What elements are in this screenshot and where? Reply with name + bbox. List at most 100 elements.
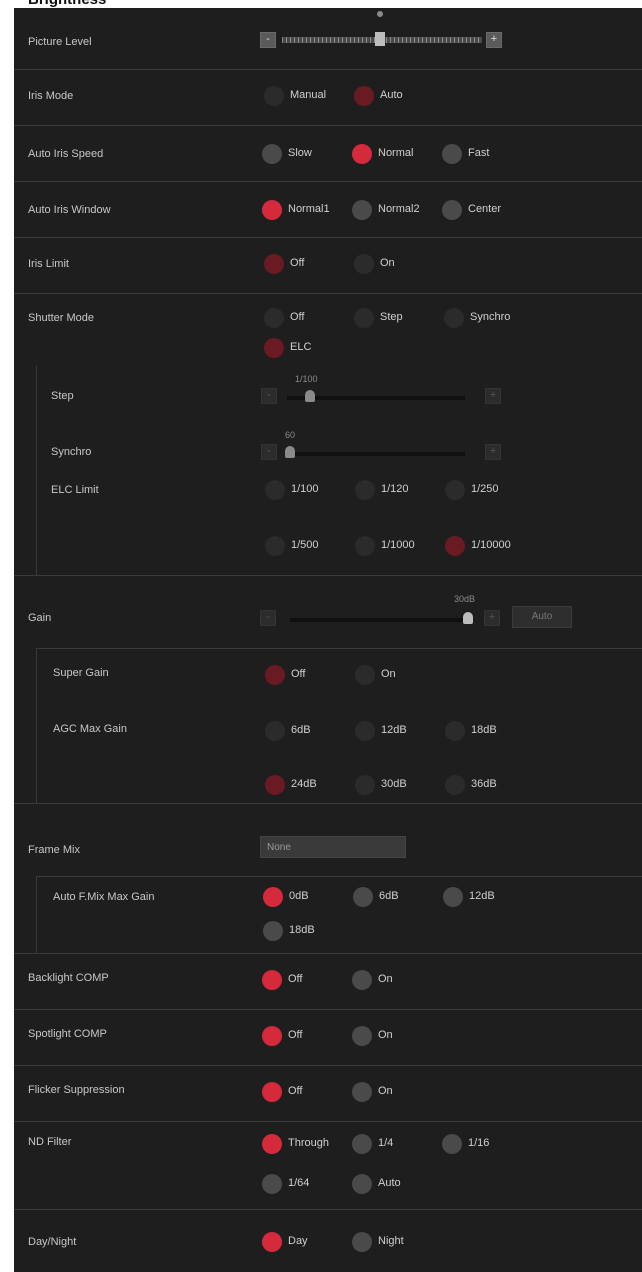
radio-button-selected[interactable] xyxy=(354,86,374,106)
radio-button[interactable] xyxy=(445,480,465,500)
step-value: 1/100 xyxy=(295,374,318,384)
day-night-label: Day/Night xyxy=(28,1236,77,1248)
synchro-slider-thumb[interactable] xyxy=(285,446,295,458)
shutter-mode-subsettings: Step 1/100 - + Synchro 60 - + ELC Limit … xyxy=(36,366,642,576)
radio-button[interactable] xyxy=(352,1232,372,1252)
radio-button[interactable] xyxy=(442,200,462,220)
gain-row: Gain 30dB - + Auto Super Gain Off On AGC… xyxy=(14,576,642,804)
radio-button-selected[interactable] xyxy=(262,1082,282,1102)
shutter-mode-row: Shutter Mode Off Step Synchro ELC Step 1… xyxy=(14,294,642,576)
page-title: Brightness xyxy=(28,0,106,8)
radio-button[interactable] xyxy=(265,721,285,741)
gain-slider-thumb[interactable] xyxy=(463,612,473,624)
gain-label: Gain xyxy=(28,612,52,624)
radio-button-selected[interactable] xyxy=(445,536,465,556)
frame-mix-row: Frame Mix None Auto F.Mix Max Gain 0dB 6… xyxy=(14,804,642,954)
radio-button[interactable] xyxy=(445,775,465,795)
radio-button[interactable] xyxy=(265,536,285,556)
radio-button-selected[interactable] xyxy=(265,665,285,685)
spotlight-comp-label: Spotlight COMP xyxy=(28,1028,107,1040)
auto-iris-speed-label: Auto Iris Speed xyxy=(28,148,104,160)
radio-button-selected[interactable] xyxy=(263,887,283,907)
super-gain-label: Super Gain xyxy=(53,667,109,679)
nd-filter-label: ND Filter xyxy=(28,1136,72,1148)
radio-button[interactable] xyxy=(352,1134,372,1154)
header-strip: Brightness xyxy=(0,0,642,8)
elc-limit-label: ELC Limit xyxy=(51,484,99,496)
frame-mix-label: Frame Mix xyxy=(28,844,80,856)
radio-button[interactable] xyxy=(352,200,372,220)
auto-iris-window-label: Auto Iris Window xyxy=(28,204,111,216)
auto-iris-window-row: Auto Iris Window Normal1 Normal2 Center xyxy=(14,182,642,238)
radio-button[interactable] xyxy=(353,887,373,907)
picture-level-center-marker xyxy=(377,11,383,17)
radio-button-selected[interactable] xyxy=(262,1134,282,1154)
radio-button-selected[interactable] xyxy=(262,1232,282,1252)
radio-button[interactable] xyxy=(355,721,375,741)
gain-auto-button[interactable]: Auto xyxy=(512,606,572,628)
gain-minus-button[interactable]: - xyxy=(260,610,276,626)
frame-mix-select[interactable]: None xyxy=(260,836,406,858)
radio-button-selected[interactable] xyxy=(262,200,282,220)
radio-button[interactable] xyxy=(262,144,282,164)
backlight-comp-row: Backlight COMP Off On xyxy=(14,954,642,1010)
radio-button[interactable] xyxy=(354,308,374,328)
iris-limit-row: Iris Limit Off On xyxy=(14,238,642,294)
radio-button[interactable] xyxy=(355,536,375,556)
radio-button[interactable] xyxy=(442,1134,462,1154)
radio-button-selected[interactable] xyxy=(264,338,284,358)
radio-button[interactable] xyxy=(443,887,463,907)
picture-level-minus-button[interactable]: - xyxy=(260,32,276,48)
radio-button[interactable] xyxy=(265,480,285,500)
radio-button[interactable] xyxy=(355,775,375,795)
nd-filter-row: ND Filter Through 1/4 1/16 1/64 Auto xyxy=(14,1122,642,1210)
radio-button-selected[interactable] xyxy=(262,970,282,990)
radio-button-selected[interactable] xyxy=(265,775,285,795)
radio-button-selected[interactable] xyxy=(352,144,372,164)
iris-limit-label: Iris Limit xyxy=(28,258,69,270)
radio-button[interactable] xyxy=(444,308,464,328)
gain-subsettings: Super Gain Off On AGC Max Gain 6dB 12dB … xyxy=(36,648,642,804)
spotlight-comp-row: Spotlight COMP Off On xyxy=(14,1010,642,1066)
radio-button[interactable] xyxy=(263,921,283,941)
radio-button[interactable] xyxy=(264,86,284,106)
synchro-plus-button[interactable]: + xyxy=(485,444,501,460)
step-slider-thumb[interactable] xyxy=(305,390,315,402)
gain-plus-button[interactable]: + xyxy=(484,610,500,626)
radio-button[interactable] xyxy=(264,308,284,328)
iris-mode-row: Iris Mode Manual Auto xyxy=(14,70,642,126)
radio-button[interactable] xyxy=(352,970,372,990)
radio-button-selected[interactable] xyxy=(262,1026,282,1046)
step-minus-button[interactable]: - xyxy=(261,388,277,404)
agc-max-gain-label: AGC Max Gain xyxy=(53,723,127,735)
radio-button[interactable] xyxy=(355,665,375,685)
radio-button[interactable] xyxy=(355,480,375,500)
synchro-value: 60 xyxy=(285,430,296,440)
synchro-label: Synchro xyxy=(51,446,92,458)
picture-level-label: Picture Level xyxy=(28,36,92,48)
flicker-suppression-row: Flicker Suppression Off On xyxy=(14,1066,642,1122)
backlight-comp-label: Backlight COMP xyxy=(28,972,109,984)
picture-level-plus-button[interactable]: + xyxy=(486,32,502,48)
frame-mix-subsettings: Auto F.Mix Max Gain 0dB 6dB 12dB 18dB xyxy=(36,876,642,954)
synchro-slider-track[interactable] xyxy=(287,452,465,456)
radio-button[interactable] xyxy=(352,1082,372,1102)
radio-button[interactable] xyxy=(442,144,462,164)
brightness-settings-panel: Picture Level - + Iris Mode Manual Auto … xyxy=(14,8,642,1272)
gain-slider-track[interactable] xyxy=(290,618,466,622)
radio-button[interactable] xyxy=(352,1174,372,1194)
iris-mode-label: Iris Mode xyxy=(28,90,74,102)
gain-value: 30dB xyxy=(454,594,476,604)
step-plus-button[interactable]: + xyxy=(485,388,501,404)
radio-button[interactable] xyxy=(262,1174,282,1194)
radio-button-selected[interactable] xyxy=(264,254,284,274)
radio-button[interactable] xyxy=(352,1026,372,1046)
radio-button[interactable] xyxy=(354,254,374,274)
radio-button[interactable] xyxy=(445,721,465,741)
flicker-suppression-label: Flicker Suppression xyxy=(28,1084,125,1096)
day-night-row: Day/Night Day Night xyxy=(14,1210,642,1272)
auto-iris-speed-row: Auto Iris Speed Slow Normal Fast xyxy=(14,126,642,182)
auto-f-mix-max-gain-label: Auto F.Mix Max Gain xyxy=(53,891,155,903)
synchro-minus-button[interactable]: - xyxy=(261,444,277,460)
picture-level-slider-thumb[interactable] xyxy=(375,32,385,46)
